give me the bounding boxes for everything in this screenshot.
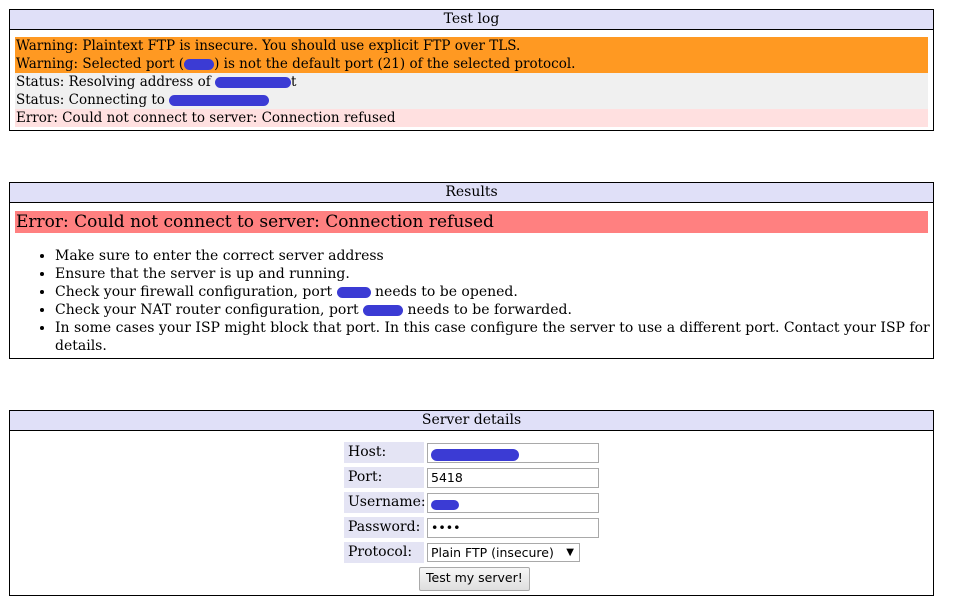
tip-text: needs to be forwarded. [403,302,572,318]
log-text: ) is not the default port (21) of the se… [214,56,576,72]
server-details-form: Host: Port: 5418 Username: Password: •••… [344,440,599,591]
test-log-lines: Warning: Plaintext FTP is insecure. You … [10,30,933,127]
tip-text: Ensure that the server is up and running… [55,266,350,282]
dropdown-arrow-icon: ▼ [566,547,574,558]
result-error-message: Error: Could not connect to server: Conn… [15,211,928,233]
username-row: Username: [344,490,599,515]
redaction-mark [363,304,404,316]
log-text: Warning: Selected port ( [16,56,185,72]
password-row: Password: •••• [344,515,599,540]
redaction-mark [169,95,270,106]
list-item: Make sure to enter the correct server ad… [55,247,933,265]
list-item: In some cases your ISP might block that … [55,319,933,354]
redaction-mark [184,59,215,70]
test-server-button[interactable]: Test my server! [419,567,530,591]
results-panel: Results Error: Could not connect to serv… [9,182,934,359]
host-row: Host: [344,440,599,465]
redaction-mark [431,448,519,461]
results-title: Results [10,183,933,203]
port-label: Port: [344,467,424,488]
troubleshooting-list: Make sure to enter the correct server ad… [10,247,933,354]
redaction-mark [336,286,371,298]
redaction-mark [215,77,292,88]
log-text: Warning: Plaintext FTP is insecure. You … [16,38,521,54]
list-item: Check your firewall configuration, port … [55,283,933,301]
tip-text: In some cases your ISP might block that … [55,320,930,354]
host-label: Host: [344,442,424,463]
log-text: Status: Resolving address of [16,74,216,90]
password-label: Password: [344,517,424,538]
tip-text: Check your NAT router configuration, por… [55,302,364,318]
username-input[interactable] [427,492,599,513]
password-input[interactable]: •••• [427,517,599,538]
log-line-warning: Warning: Plaintext FTP is insecure. You … [15,37,928,55]
host-input[interactable] [427,442,599,463]
protocol-select[interactable]: Plain FTP (insecure) ▼ [427,543,580,562]
log-text: t [291,74,297,90]
test-log-panel: Test log Warning: Plaintext FTP is insec… [9,9,934,131]
server-details-panel: Server details Host: Port: 5418 Username… [9,410,934,596]
protocol-selected-value: Plain FTP (insecure) [431,545,554,560]
log-line-status: Status: Connecting to [15,91,928,109]
log-line-warning: Warning: Selected port ( ) is not the def… [15,55,928,73]
tip-text: needs to be opened. [370,284,518,300]
tip-text: Make sure to enter the correct server ad… [55,248,384,264]
port-row: Port: 5418 [344,465,599,490]
username-label: Username: [344,492,426,513]
server-details-title: Server details [10,411,933,431]
list-item: Check your NAT router configuration, por… [55,301,933,319]
button-row: Test my server! [344,567,599,591]
log-line-error: Error: Could not connect to server: Conn… [15,109,928,127]
test-log-title: Test log [10,10,933,30]
log-line-status: Status: Resolving address of t [15,73,928,91]
port-input[interactable]: 5418 [427,467,599,488]
redaction-mark [431,500,459,510]
log-text: Error: Could not connect to server: Conn… [16,110,396,126]
log-text: Status: Connecting to [16,92,170,108]
protocol-label: Protocol: [344,542,424,563]
list-item: Ensure that the server is up and running… [55,265,933,283]
protocol-row: Protocol: Plain FTP (insecure) ▼ [344,540,599,565]
tip-text: Check your firewall configuration, port [55,284,337,300]
